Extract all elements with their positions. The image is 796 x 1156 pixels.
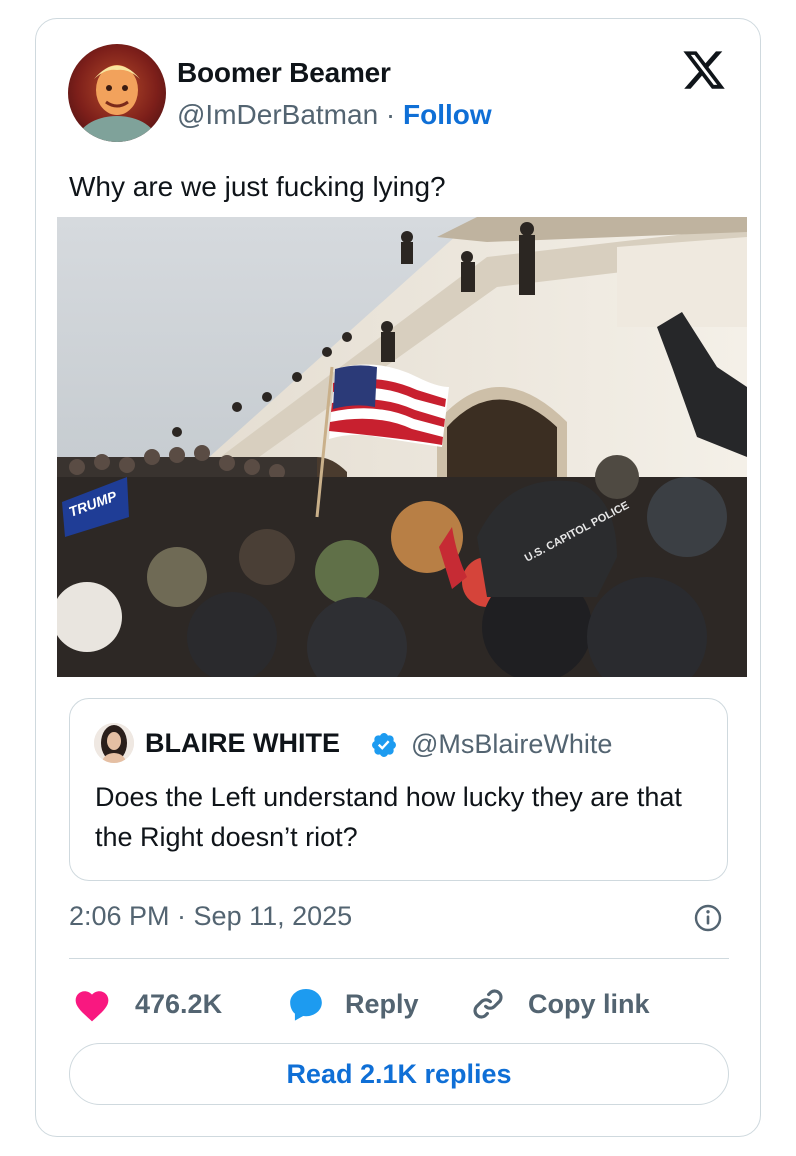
quoted-author-handle: @MsBlaireWhite <box>411 729 613 759</box>
tweet-text: Why are we just fucking lying? <box>69 171 446 202</box>
reply-button[interactable]: Reply <box>286 984 419 1024</box>
quoted-tweet[interactable]: BLAIRE WHITE @MsBlaireWhite Does the Lef… <box>69 698 728 881</box>
author-avatar[interactable] <box>68 44 166 142</box>
verified-badge-icon <box>372 733 396 757</box>
quoted-author-avatar <box>94 723 134 763</box>
divider <box>69 958 729 959</box>
quoted-tweet-text: Does the Left understand how lucky they … <box>95 782 682 852</box>
reply-bubble-icon <box>290 988 322 1021</box>
info-icon[interactable] <box>693 903 723 933</box>
like-button[interactable]: 476.2K <box>72 984 222 1024</box>
reply-label: Reply <box>345 988 419 1019</box>
copy-link-button[interactable]: Copy link <box>469 984 650 1024</box>
follow-button[interactable]: Follow <box>403 99 492 130</box>
link-icon <box>473 989 503 1019</box>
tweet-timestamp[interactable]: 2:06 PM · Sep 11, 2025 <box>69 901 352 932</box>
handle-separator: · <box>378 99 404 130</box>
author-handle[interactable]: @ImDerBatman <box>177 99 378 130</box>
copy-link-label: Copy link <box>528 988 650 1019</box>
quoted-author-name: BLAIRE WHITE <box>145 728 340 758</box>
like-count: 476.2K <box>135 988 223 1019</box>
x-logo-icon[interactable] <box>681 47 727 93</box>
author-handle-row: @ImDerBatman · Follow <box>177 99 492 131</box>
read-replies-button[interactable]: Read 2.1K replies <box>69 1043 729 1105</box>
author-name[interactable]: Boomer Beamer <box>177 57 391 89</box>
embedded-tweet-card: Boomer Beamer @ImDerBatman · Follow Why … <box>35 18 761 1137</box>
tweet-photo[interactable]: U.S. CAPITOL POLICE TRUMP <box>57 217 747 677</box>
heart-icon <box>75 991 109 1022</box>
